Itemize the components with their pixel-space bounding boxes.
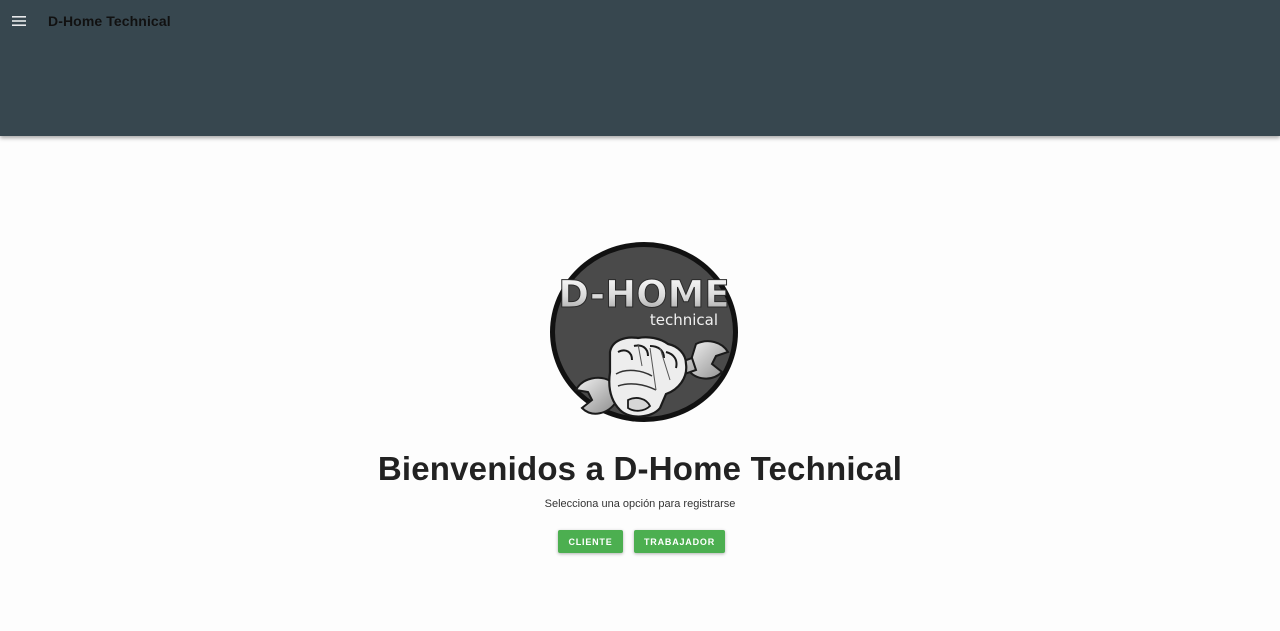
- app-bar: D-Home Technical: [0, 0, 1280, 136]
- cliente-button[interactable]: CLIENTE: [558, 530, 623, 553]
- app-title: D-Home Technical: [48, 13, 171, 29]
- menu-icon: [12, 16, 26, 26]
- menu-button[interactable]: [8, 10, 30, 32]
- logo-sub-text: technical: [650, 311, 718, 329]
- logo-main-text: D-HOME: [558, 273, 729, 316]
- welcome-heading: Bienvenidos a D-Home Technical: [377, 450, 903, 487]
- welcome-subtitle: Selecciona una opción para registrarse: [544, 498, 736, 510]
- trabajador-button[interactable]: TRABAJADOR: [634, 530, 725, 553]
- brand-logo: D-HOME technical: [546, 240, 742, 426]
